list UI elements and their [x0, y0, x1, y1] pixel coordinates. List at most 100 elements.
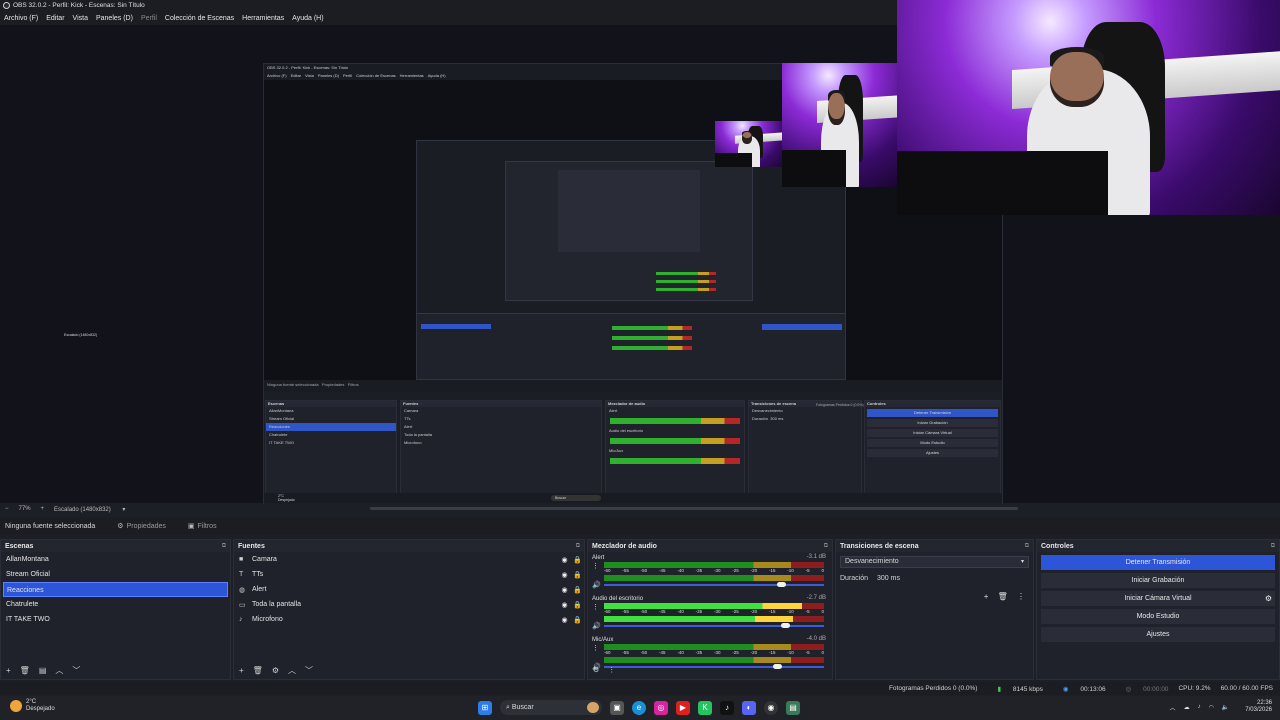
visibility-eye-icon[interactable]: ◉ — [558, 556, 571, 564]
virtual-camera-button[interactable]: Iniciar Cámara Virtual ⚙ — [1041, 591, 1275, 606]
menu-editar[interactable]: Editar — [46, 15, 64, 22]
transition-menu-button[interactable]: ⋮ — [1017, 592, 1025, 601]
volume-slider[interactable] — [604, 582, 824, 587]
preview-horizontal-scrollbar[interactable] — [370, 507, 1018, 510]
selected-source-label: Ninguna fuente seleccionada — [5, 522, 96, 530]
channel-menu-icon[interactable]: ⋮ — [592, 644, 599, 652]
zoom-in-button[interactable]: + — [41, 506, 45, 512]
mixer-settings-icon[interactable]: ⚙ — [593, 666, 599, 674]
meter-tick-label: -40 — [677, 650, 684, 655]
microphone-icon[interactable]: ♪ — [1198, 704, 1201, 710]
kick-icon[interactable]: K — [698, 700, 712, 715]
menu-vista[interactable]: Vista — [73, 15, 88, 22]
cloud-icon[interactable]: ☁ — [1184, 704, 1190, 711]
scene-item-selected[interactable]: Reacciones — [3, 582, 228, 597]
lock-icon[interactable]: 🔒 — [571, 616, 584, 624]
menu-herramientas[interactable]: Herramientas — [242, 15, 284, 22]
add-scene-button[interactable]: + — [6, 666, 11, 675]
lock-icon[interactable]: 🔒 — [571, 586, 584, 594]
settings-button[interactable]: Ajustes — [1041, 627, 1275, 642]
filters-button[interactable]: ▣ Filtros — [187, 522, 217, 531]
properties-button[interactable]: ⚙ Propiedades — [117, 522, 166, 531]
meter-tick-label: -45 — [658, 609, 666, 614]
menu-coleccion[interactable]: Colección de Escenas — [165, 15, 234, 22]
volume-icon[interactable]: 🔈 — [1222, 704, 1229, 711]
add-source-button[interactable]: + — [239, 666, 244, 675]
stream-time: ◉ 00:13:06 — [1062, 685, 1106, 693]
nested-controls-dock: Controles Detener Transmisión Iniciar Gr… — [864, 400, 1001, 495]
menu-archivo[interactable]: Archivo (F) — [4, 15, 38, 22]
lock-icon[interactable]: 🔒 — [571, 601, 584, 609]
tiktok-icon[interactable]: ♪ — [720, 700, 734, 715]
menu-ayuda[interactable]: Ayuda (H) — [292, 15, 323, 22]
duration-input[interactable]: 300 ms — [874, 573, 1020, 584]
add-transition-button[interactable]: + — [984, 592, 989, 601]
source-item[interactable]: T TTs ◉ 🔒 — [234, 567, 584, 582]
scene-item[interactable]: Chatrulete — [1, 597, 230, 612]
menu-perfil[interactable]: Perfil — [141, 15, 157, 22]
scene-filters-button[interactable]: ▤ — [39, 666, 47, 675]
filter-icon: ▣ — [187, 523, 195, 530]
visibility-eye-icon[interactable]: ◉ — [558, 601, 571, 609]
edge-icon[interactable]: e — [632, 700, 646, 715]
nested-preview-level-4 — [558, 170, 700, 252]
start-recording-button[interactable]: Iniciar Grabación — [1041, 573, 1275, 588]
remove-transition-button[interactable]: 🗑 — [998, 592, 1008, 601]
instagram-icon[interactable]: ◎ — [654, 700, 668, 715]
gear-icon[interactable]: ⚙ — [1265, 591, 1272, 606]
scene-item[interactable]: Stream Oficial — [1, 567, 230, 582]
mixer-menu-icon[interactable]: ⋮ — [608, 666, 615, 674]
volume-slider-knob[interactable] — [781, 623, 791, 628]
task-view-icon[interactable]: ▣ — [610, 700, 624, 715]
wifi-icon[interactable]: ◠ — [1209, 704, 1214, 711]
clock[interactable]: 22:36 7/03/2026 — [1237, 700, 1272, 714]
studio-mode-button[interactable]: Modo Estudio — [1041, 609, 1275, 624]
visibility-eye-icon[interactable]: ◉ — [558, 586, 571, 594]
youtube-icon[interactable]: ▶ — [676, 700, 690, 715]
meter-tick-label: -60 — [604, 568, 611, 573]
meter-tick-label: -20 — [750, 650, 758, 655]
visibility-eye-icon[interactable]: ◉ — [558, 616, 571, 624]
menu-paneles[interactable]: Paneles (D) — [96, 15, 133, 22]
chevron-up-icon[interactable]: ︿ — [1170, 703, 1176, 712]
level-meter — [604, 575, 824, 581]
volume-slider-knob[interactable] — [777, 582, 787, 587]
visibility-eye-icon[interactable]: ◉ — [558, 571, 571, 579]
source-item[interactable]: ■ Camara ◉ 🔒 — [234, 552, 584, 567]
discord-icon[interactable]: ◐ — [742, 700, 756, 715]
channel-name: Audio del escritorio — [592, 596, 644, 602]
channel-menu-icon[interactable]: ⋮ — [592, 562, 599, 570]
stop-stream-button[interactable]: Detener Transmisión — [1041, 555, 1275, 570]
transition-select[interactable]: Desvanecimiento ▾ — [840, 556, 1029, 568]
move-scene-down-button[interactable]: ﹀ — [72, 665, 80, 676]
move-source-down-button[interactable]: ﹀ — [305, 665, 313, 676]
speaker-icon[interactable]: 🔊 — [592, 581, 601, 589]
meter-tick-label: -20 — [750, 609, 758, 614]
lock-icon[interactable]: 🔒 — [571, 571, 584, 579]
remove-scene-button[interactable]: 🗑 — [20, 666, 30, 675]
volume-slider[interactable] — [604, 623, 824, 628]
speaker-icon[interactable]: 🔊 — [592, 622, 601, 630]
taskbar-search[interactable]: ⌕ Buscar — [500, 700, 602, 715]
source-item[interactable]: ▭ Toda la pantalla ◉ 🔒 — [234, 597, 584, 612]
move-scene-up-button[interactable]: ︿ — [55, 665, 63, 676]
remove-source-button[interactable]: 🗑 — [253, 666, 263, 675]
meter-tick-label: -5 — [805, 609, 810, 614]
meter-tick-label: -50 — [640, 609, 648, 614]
scene-item[interactable]: AllanMontana — [1, 552, 230, 567]
zoom-out-button[interactable]: − — [5, 506, 9, 512]
windows-start-icon[interactable]: ⊞ — [478, 700, 492, 715]
dock-undock-icon: ⧉ — [1270, 542, 1275, 549]
source-properties-button[interactable]: ⚙ — [272, 666, 279, 675]
obs-taskbar-icon[interactable]: ◉ — [764, 700, 778, 715]
preview-canvas[interactable]: OBS 32.0.2 - Perfil: Kick - Escenas: Sin… — [0, 0, 1280, 504]
scale-mode-dropdown[interactable]: Escalado (1480x832) ▾ — [54, 506, 125, 513]
source-item[interactable]: ♪ Microfono ◉ 🔒 — [234, 612, 584, 627]
move-source-up-button[interactable]: ︿ — [288, 665, 296, 676]
lock-icon[interactable]: 🔒 — [571, 556, 584, 564]
scene-item[interactable]: IT TAKE TWO — [1, 612, 230, 627]
app-taskbar-icon[interactable]: ▤ — [786, 700, 800, 715]
weather-widget[interactable]: 2°C Despejado — [10, 699, 55, 713]
source-item[interactable]: ◍ Alert ◉ 🔒 — [234, 582, 584, 597]
channel-menu-icon[interactable]: ⋮ — [592, 603, 599, 611]
